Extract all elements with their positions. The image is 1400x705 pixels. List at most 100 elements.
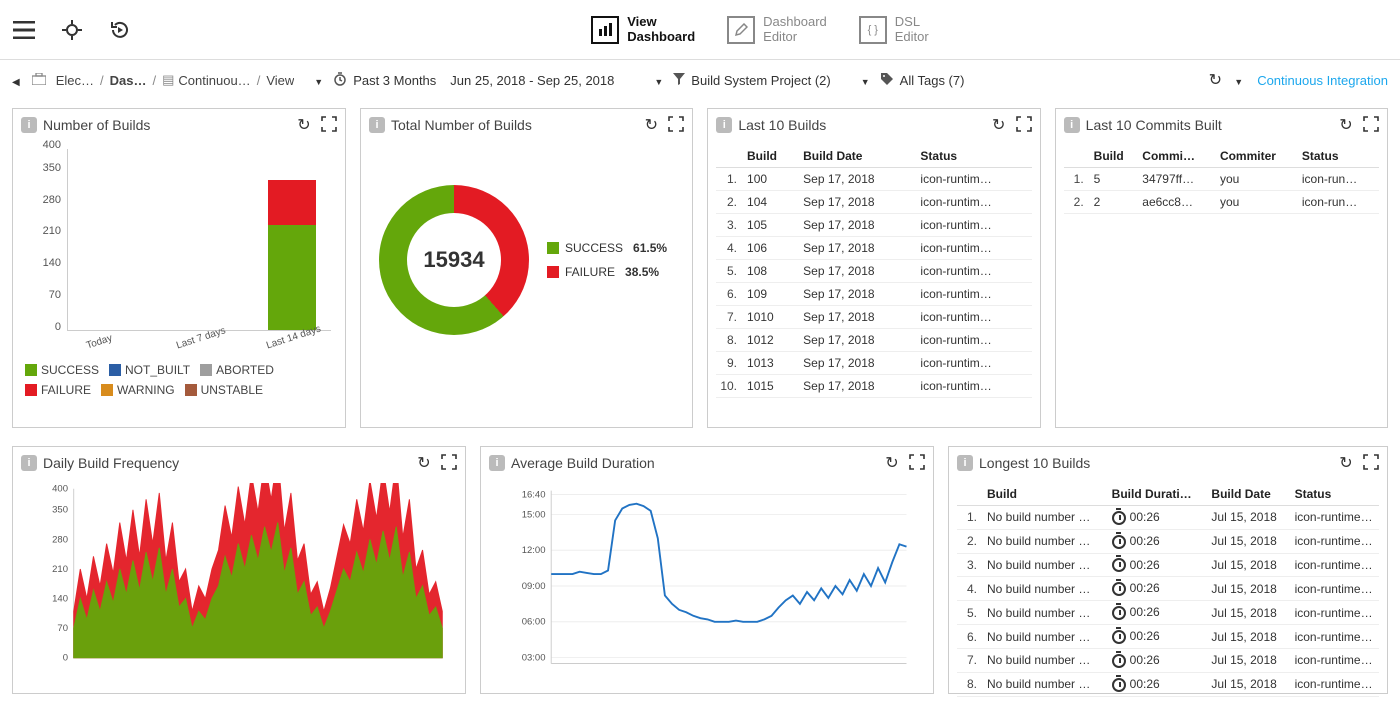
line-chart: 03:0006:0009:0012:0015:0016:40 <box>489 483 925 673</box>
clock-icon <box>333 72 347 89</box>
bar-chart-legend: SUCCESS NOT_BUILT ABORTED FAILURE WARNIN… <box>21 359 337 397</box>
table-row[interactable]: 4.No build number …00:26Jul 15, 2018icon… <box>957 577 1379 601</box>
svg-text:350: 350 <box>52 505 68 516</box>
panel-number-of-builds: i Number of Builds 070140210280350400 To… <box>12 108 346 428</box>
target-icon[interactable] <box>60 18 84 42</box>
table-row[interactable]: 5.No build number …00:26Jul 15, 2018icon… <box>957 601 1379 625</box>
funnel-icon <box>673 73 685 88</box>
refresh-panel-icon[interactable] <box>1337 116 1355 134</box>
tab-dsl-editor[interactable]: { } DSLEditor <box>859 15 929 45</box>
last10-builds-table: Build Build Date Status 1.100Sep 17, 201… <box>716 145 1031 398</box>
stopwatch-icon <box>1112 654 1126 668</box>
donut-chart: 15934 <box>379 185 529 335</box>
refresh-panel-icon[interactable] <box>295 116 313 134</box>
bar-chart: 070140210280350400 TodayLast 7 daysLast … <box>27 145 337 359</box>
table-row[interactable]: 4.106Sep 17, 2018icon-runtim… <box>716 237 1031 260</box>
expand-panel-icon[interactable] <box>909 454 925 470</box>
svg-text:210: 210 <box>52 564 68 575</box>
refresh-panel-icon[interactable] <box>1337 454 1355 472</box>
stopwatch-icon <box>1112 558 1126 572</box>
refresh-panel-icon[interactable] <box>642 116 660 134</box>
table-row[interactable]: 2.No build number …00:26Jul 15, 2018icon… <box>957 529 1379 553</box>
panel-title: Last 10 Builds <box>738 117 989 133</box>
panel-title: Average Build Duration <box>511 455 883 471</box>
tab-dashboard-editor[interactable]: DashboardEditor <box>727 15 827 45</box>
info-icon[interactable]: i <box>1064 117 1080 133</box>
project-filter[interactable]: Build System Project (2) <box>654 73 830 88</box>
info-icon[interactable]: i <box>489 455 505 471</box>
ci-link[interactable]: Continuous Integration <box>1257 73 1388 88</box>
longest10-table: Build Build Durati… Build Date Status 1.… <box>957 483 1379 697</box>
info-icon[interactable]: i <box>21 455 37 471</box>
tags-filter[interactable]: All Tags (7) <box>861 72 965 89</box>
edit-icon <box>727 16 755 44</box>
refresh-panel-icon[interactable] <box>415 454 433 472</box>
tab-view-dashboard[interactable]: ViewDashboard <box>591 15 695 45</box>
ci-dropdown-caret[interactable] <box>1234 73 1247 88</box>
panel-longest10: i Longest 10 Builds Build Build Durati… … <box>948 446 1388 694</box>
table-row[interactable]: 2.2ae6cc8…youicon-run… <box>1064 191 1379 214</box>
refresh-with-play-icon[interactable] <box>108 18 132 42</box>
panel-last10-builds: i Last 10 Builds Build Build Date Status… <box>707 108 1040 428</box>
stopwatch-icon <box>1112 630 1126 644</box>
nav-back-icon[interactable] <box>12 73 22 88</box>
grid-icon: ▤ <box>162 72 174 88</box>
refresh-panel-icon[interactable] <box>883 454 901 472</box>
info-icon[interactable]: i <box>369 117 385 133</box>
donut-legend: SUCCESS 61.5% FAILURE 38.5% <box>547 241 667 279</box>
expand-panel-icon[interactable] <box>321 116 337 132</box>
info-icon[interactable]: i <box>716 117 732 133</box>
table-row[interactable]: 1.No build number …00:26Jul 15, 2018icon… <box>957 506 1379 530</box>
expand-panel-icon[interactable] <box>1016 116 1032 132</box>
svg-text:140: 140 <box>52 593 68 604</box>
table-row[interactable]: 1.534797ff…youicon-run… <box>1064 168 1379 191</box>
briefcase-icon <box>32 73 46 88</box>
svg-text:09:00: 09:00 <box>522 581 546 592</box>
svg-text:0: 0 <box>63 653 68 664</box>
svg-text:06:00: 06:00 <box>522 617 546 628</box>
svg-text:16:40: 16:40 <box>522 489 546 500</box>
table-row[interactable]: 8.1012Sep 17, 2018icon-runtim… <box>716 329 1031 352</box>
time-filter[interactable]: Past 3 Months Jun 25, 2018 - Sep 25, 201… <box>314 72 614 89</box>
stopwatch-icon <box>1112 511 1126 525</box>
svg-text:280: 280 <box>52 534 68 545</box>
expand-panel-icon[interactable] <box>1363 116 1379 132</box>
bar-chart-icon <box>591 16 619 44</box>
panel-title: Total Number of Builds <box>391 117 642 133</box>
hamburger-menu-icon[interactable] <box>12 18 36 42</box>
svg-text:12:00: 12:00 <box>522 545 546 556</box>
breadcrumb[interactable]: Elec…/ Das…/ ▤ Continuou…/ View <box>56 72 295 88</box>
table-row[interactable]: 7.No build number …00:26Jul 15, 2018icon… <box>957 648 1379 672</box>
filter-bar: Elec…/ Das…/ ▤ Continuou…/ View Past 3 M… <box>0 60 1400 100</box>
expand-panel-icon[interactable] <box>1363 454 1379 470</box>
expand-panel-icon[interactable] <box>668 116 684 132</box>
table-row[interactable]: 2.104Sep 17, 2018icon-runtim… <box>716 191 1031 214</box>
panel-last10-commits: i Last 10 Commits Built Build Commi… Com… <box>1055 108 1388 428</box>
table-row[interactable]: 9.1013Sep 17, 2018icon-runtim… <box>716 352 1031 375</box>
panel-title: Longest 10 Builds <box>979 455 1337 471</box>
panel-avg-duration: i Average Build Duration 03:0006:0009:00… <box>480 446 934 694</box>
refresh-all-icon[interactable] <box>1206 71 1224 89</box>
expand-panel-icon[interactable] <box>441 454 457 470</box>
refresh-panel-icon[interactable] <box>990 116 1008 134</box>
stopwatch-icon <box>1112 535 1126 549</box>
table-row[interactable]: 3.105Sep 17, 2018icon-runtim… <box>716 214 1031 237</box>
svg-text:70: 70 <box>57 623 68 634</box>
panel-total-builds: i Total Number of Builds 15934 SUCCESS 6… <box>360 108 693 428</box>
table-row[interactable]: 1.100Sep 17, 2018icon-runtim… <box>716 168 1031 191</box>
info-icon[interactable]: i <box>957 455 973 471</box>
last10-commits-table: Build Commi… Commiter Status 1.534797ff…… <box>1064 145 1379 214</box>
table-row[interactable]: 8.No build number …00:26Jul 15, 2018icon… <box>957 672 1379 696</box>
date-range-text: Jun 25, 2018 - Sep 25, 2018 <box>450 73 614 88</box>
table-row[interactable]: 6.No build number …00:26Jul 15, 2018icon… <box>957 625 1379 649</box>
table-row[interactable]: 6.109Sep 17, 2018icon-runtim… <box>716 283 1031 306</box>
panel-daily-frequency: i Daily Build Frequency 0701402102803504… <box>12 446 466 694</box>
donut-total: 15934 <box>379 185 529 335</box>
table-row[interactable]: 3.No build number …00:26Jul 15, 2018icon… <box>957 553 1379 577</box>
table-row[interactable]: 10.1015Sep 17, 2018icon-runtim… <box>716 375 1031 398</box>
info-icon[interactable]: i <box>21 117 37 133</box>
table-row[interactable]: 7.1010Sep 17, 2018icon-runtim… <box>716 306 1031 329</box>
braces-icon: { } <box>859 16 887 44</box>
table-row[interactable]: 5.108Sep 17, 2018icon-runtim… <box>716 260 1031 283</box>
panel-title: Last 10 Commits Built <box>1086 117 1337 133</box>
